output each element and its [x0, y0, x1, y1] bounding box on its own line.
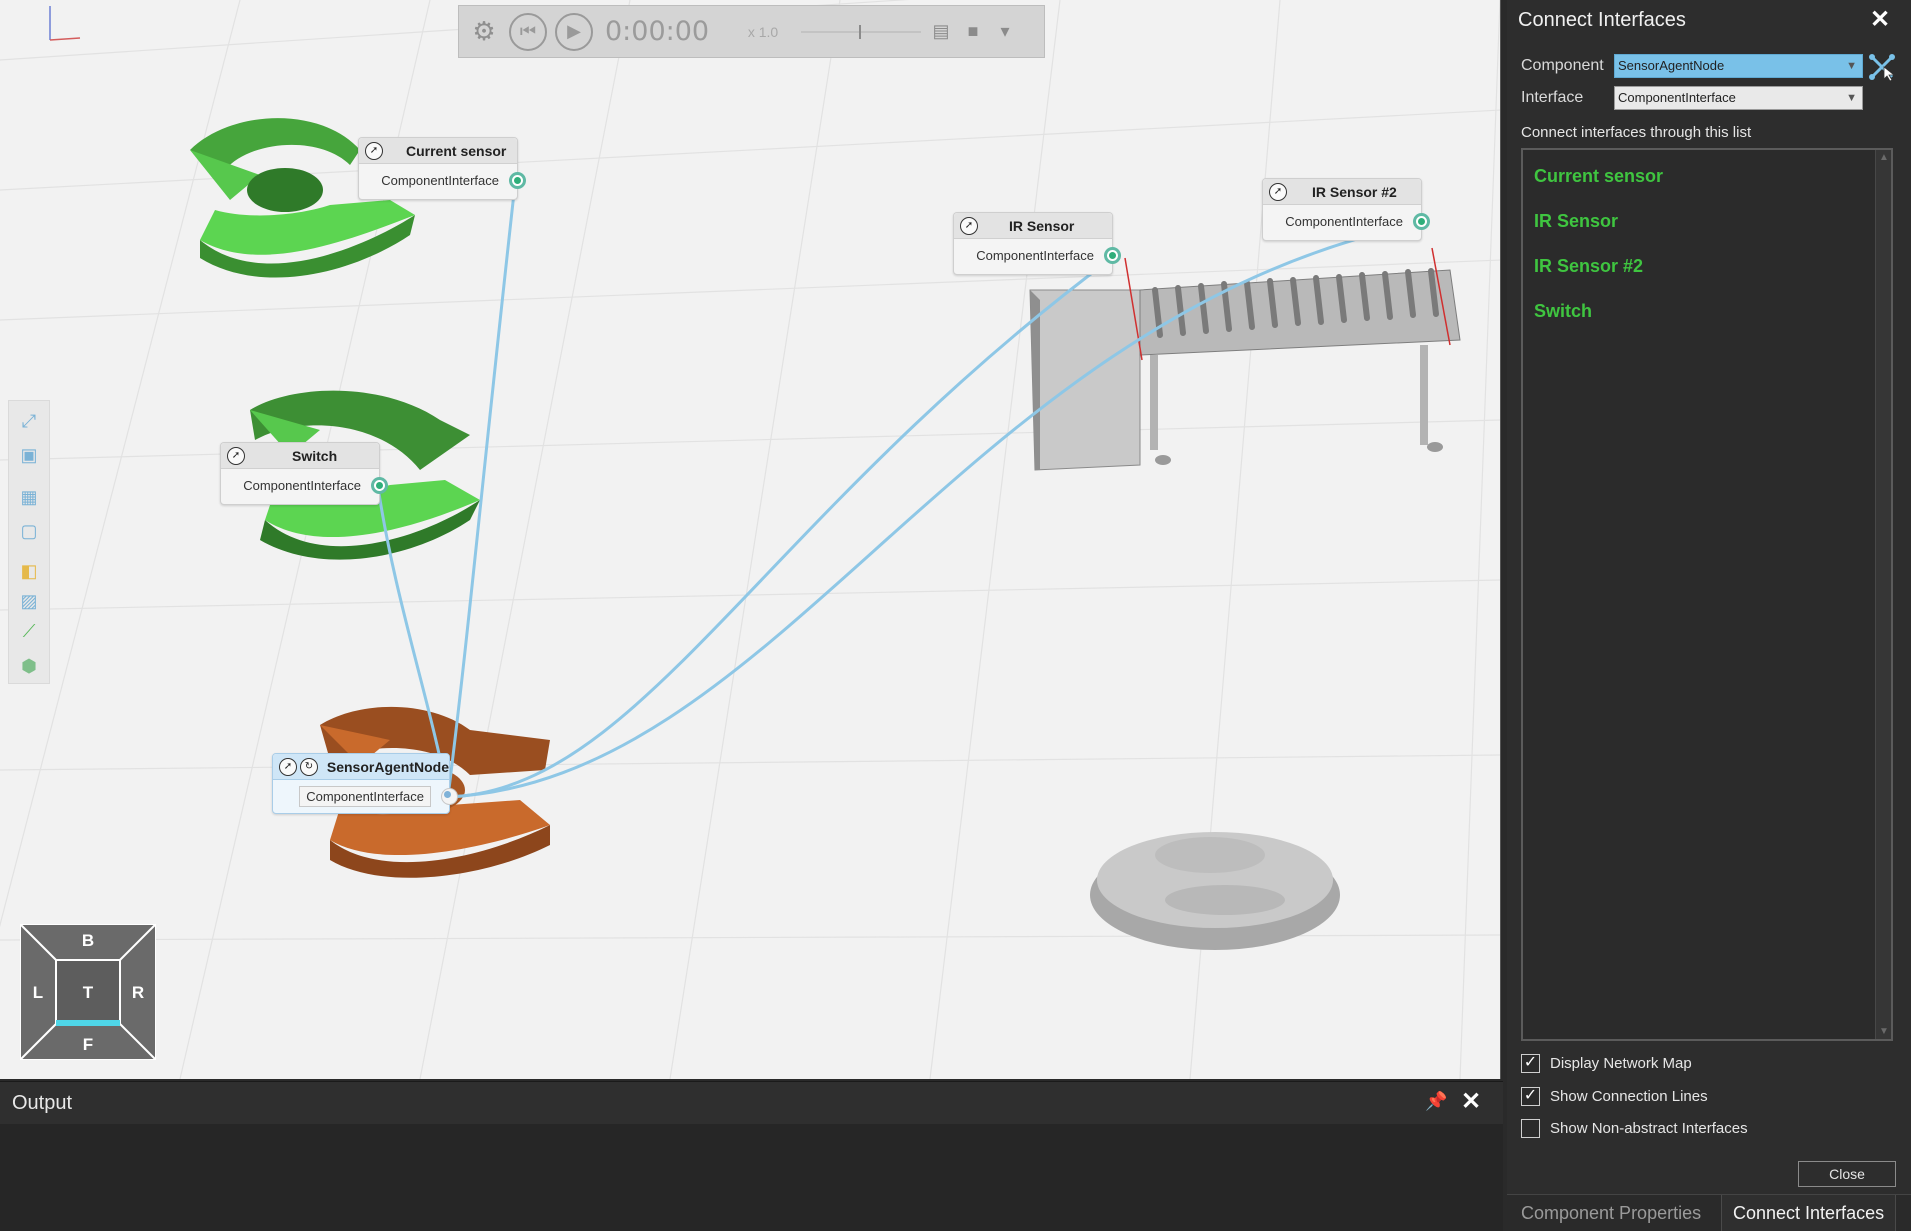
- tab-component-properties[interactable]: Component Properties: [1510, 1195, 1712, 1231]
- chevron-down-icon: ▼: [1846, 60, 1857, 72]
- interface-list[interactable]: Current sensor IR Sensor IR Sensor #2 Sw…: [1521, 148, 1893, 1041]
- scroll-up-icon[interactable]: ▲: [1876, 152, 1892, 163]
- node-port: ComponentInterface: [359, 164, 526, 196]
- node-port: ComponentInterface: [954, 239, 1121, 271]
- display-network-map-option[interactable]: ✓ Display Network Map: [1521, 1054, 1692, 1073]
- grid-view-icon[interactable]: ▦: [16, 485, 42, 509]
- render-mode-icon[interactable]: ◧: [16, 559, 42, 583]
- show-connection-lines-option[interactable]: ✓ Show Connection Lines: [1521, 1087, 1708, 1106]
- list-item[interactable]: IR Sensor: [1534, 211, 1618, 232]
- cube-view-icon[interactable]: ⬢: [16, 654, 42, 678]
- list-item[interactable]: IR Sensor #2: [1534, 256, 1643, 277]
- fill-view-icon[interactable]: ⤢: [16, 409, 42, 433]
- agent-icon: ➚: [365, 141, 383, 160]
- tab-connect-interfaces[interactable]: Connect Interfaces: [1721, 1195, 1897, 1231]
- scene-canvas: [0, 0, 1500, 1079]
- rewind-button[interactable]: ⏮: [509, 12, 547, 51]
- node-sensor-agent[interactable]: ➚ ↻ SensorAgentNode ComponentInterface: [272, 753, 458, 814]
- agent-icon: ➚: [1269, 182, 1287, 201]
- output-title: Output: [0, 1082, 1503, 1124]
- show-non-abstract-checkbox[interactable]: [1521, 1119, 1540, 1138]
- signal-button-model[interactable]: [1090, 832, 1340, 950]
- node-ir-sensor-2[interactable]: ➚ IR Sensor #2 ComponentInterface: [1262, 178, 1430, 241]
- port-connector[interactable]: [371, 477, 388, 494]
- component-label: Component: [1521, 57, 1604, 74]
- node-port: ComponentInterface: [221, 469, 388, 501]
- refresh-icon: ↻: [299, 757, 318, 776]
- interface-label: Interface: [1521, 89, 1584, 106]
- navcube-bottom-label: F: [83, 1035, 93, 1054]
- node-current-sensor[interactable]: ➚ Current sensor ComponentInterface: [358, 137, 526, 200]
- connect-interfaces-panel: Connect Interfaces ✕ Component SensorAge…: [1507, 0, 1911, 1231]
- agent-icon: ➚: [960, 216, 978, 235]
- 3d-viewport[interactable]: ➚ Current sensor ComponentInterface ➚ Swit…: [0, 0, 1501, 1079]
- panel-tabs: Component Properties Connect Interfaces: [1507, 1194, 1911, 1231]
- view-toolbar: ⤢ ▣ ▦ ▢ ◧ ▨ ⟋ ⬢: [8, 400, 50, 684]
- node-port: ComponentInterface: [1263, 205, 1430, 237]
- pick-component-icon[interactable]: [1868, 53, 1896, 81]
- navigation-cube[interactable]: B L T R F: [20, 924, 156, 1060]
- navcube-top-label: B: [82, 931, 94, 950]
- port-connector[interactable]: [509, 172, 526, 189]
- panel-title: Connect Interfaces: [1518, 8, 1686, 31]
- agent-icon: ➚: [279, 757, 297, 776]
- node-switch[interactable]: ➚ Switch ComponentInterface: [220, 442, 388, 505]
- port-connector[interactable]: [1104, 247, 1121, 264]
- chevron-down-icon: ▼: [1846, 92, 1857, 104]
- list-scrollbar[interactable]: ▲ ▼: [1875, 150, 1891, 1039]
- output-body[interactable]: [0, 1124, 1503, 1231]
- sim-time: 0:00:00: [605, 16, 710, 47]
- port-connector[interactable]: [1413, 213, 1430, 230]
- playback-toolbar: ⚙ ⏮ ▶ 0:00:00 x 1.0 ▤ ■ ▾: [458, 5, 1045, 58]
- pin-icon[interactable]: 📌: [1425, 1091, 1447, 1112]
- output-close-icon[interactable]: ✕: [1461, 1087, 1481, 1116]
- axis-indicator: [49, 6, 81, 41]
- close-button[interactable]: Close: [1798, 1161, 1896, 1187]
- play-button[interactable]: ▶: [555, 12, 593, 51]
- scroll-down-icon[interactable]: ▼: [1876, 1026, 1892, 1037]
- chart-view-icon[interactable]: ▨: [16, 589, 42, 613]
- show-non-abstract-option[interactable]: Show Non-abstract Interfaces: [1521, 1119, 1748, 1138]
- display-network-map-checkbox[interactable]: ✓: [1521, 1054, 1540, 1073]
- list-item[interactable]: Current sensor: [1534, 166, 1663, 187]
- panel-close-icon[interactable]: ✕: [1866, 6, 1894, 34]
- box-view-icon[interactable]: ▢: [16, 519, 42, 543]
- agent-icon: ➚: [227, 446, 245, 465]
- navcube-right-label: R: [132, 983, 144, 1002]
- vr-icon[interactable]: ▾: [993, 21, 1017, 42]
- node-ir-sensor[interactable]: ➚ IR Sensor ComponentInterface: [953, 212, 1121, 275]
- interface-select[interactable]: ComponentInterface ▼: [1614, 86, 1863, 110]
- app-window: ➚ Current sensor ComponentInterface ➚ Swit…: [0, 0, 1911, 1231]
- axis-view-icon[interactable]: ⟋: [16, 619, 42, 643]
- component-select[interactable]: SensorAgentNode ▼: [1614, 54, 1863, 78]
- settings-gear-icon[interactable]: ⚙: [467, 16, 501, 47]
- speed-slider[interactable]: [801, 22, 921, 42]
- show-connection-lines-checkbox[interactable]: ✓: [1521, 1087, 1540, 1106]
- list-item[interactable]: Switch: [1534, 301, 1592, 322]
- list-caption: Connect interfaces through this list: [1521, 124, 1752, 141]
- pdf-icon[interactable]: ▤: [929, 21, 953, 42]
- speed-label: x 1.0: [747, 23, 779, 40]
- port-connector[interactable]: [441, 788, 458, 805]
- video-camera-icon[interactable]: ■: [961, 21, 985, 42]
- node-port: ComponentInterface: [273, 780, 458, 812]
- output-panel: Output 📌 ✕: [0, 1081, 1503, 1231]
- fit-selection-icon[interactable]: ▣: [16, 443, 42, 467]
- navcube-left-label: L: [33, 983, 43, 1002]
- link-ir-sensor: [447, 256, 1113, 799]
- navcube-center-label: T: [83, 983, 94, 1002]
